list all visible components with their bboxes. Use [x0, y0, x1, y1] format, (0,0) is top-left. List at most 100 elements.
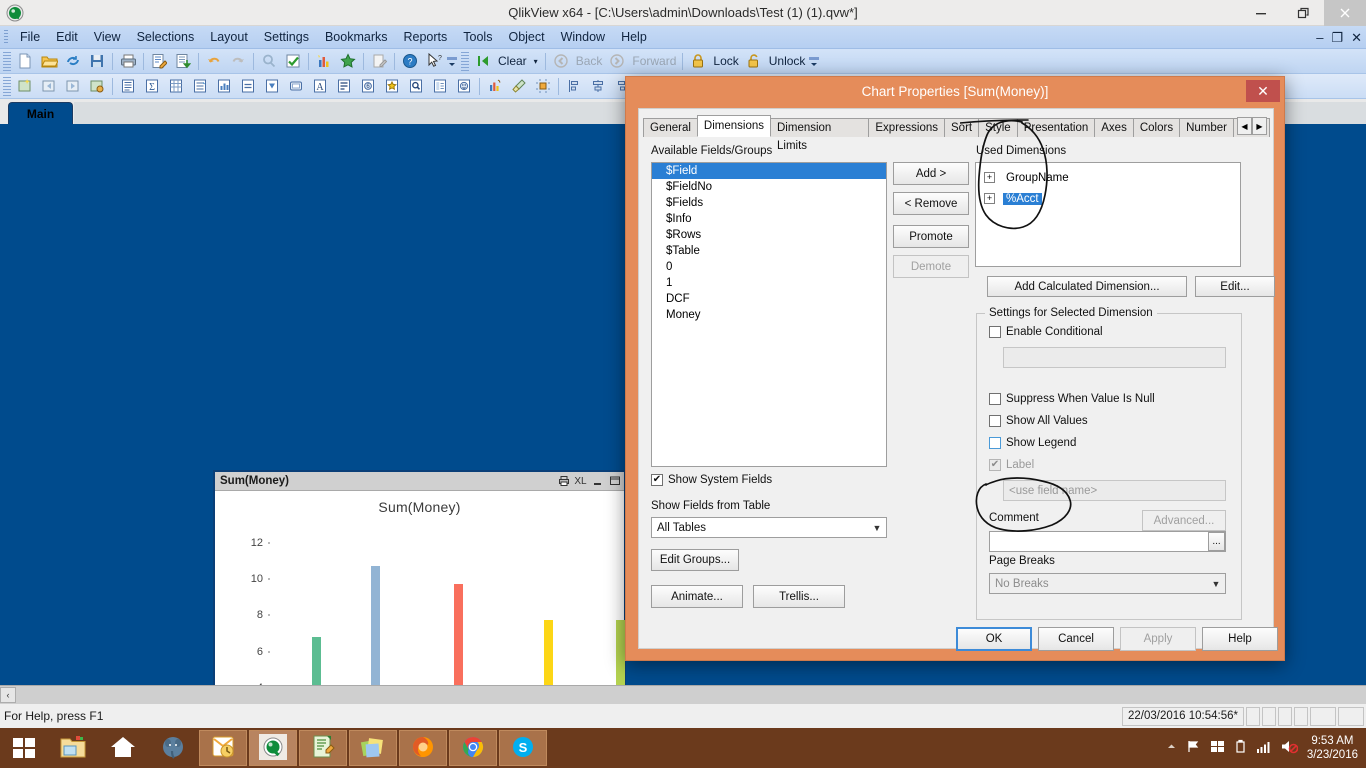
taskbar-clock[interactable]: 9:53 AM 3/23/2016	[1307, 734, 1358, 762]
action-center-flag-icon[interactable]	[1186, 739, 1201, 757]
mdi-close-button[interactable]: ✕	[1351, 28, 1362, 47]
clear-selections-icon[interactable]	[472, 51, 494, 72]
animate-button[interactable]: Animate...	[651, 585, 743, 608]
ok-button[interactable]: OK	[956, 627, 1032, 651]
line-arrow-icon[interactable]	[333, 76, 355, 97]
slider-calendar-icon[interactable]: 6	[357, 76, 379, 97]
taskbar-item-postgresql-elephant[interactable]	[149, 730, 197, 766]
edit-groups-button[interactable]: Edit Groups...	[651, 549, 739, 571]
label-checkbox[interactable]: ✔ Label	[989, 459, 1034, 471]
advanced-button[interactable]: Advanced...	[1142, 510, 1226, 531]
taskbar-item-firefox[interactable]	[399, 730, 447, 766]
custom-object-icon[interactable]	[453, 76, 475, 97]
menu-item-selections[interactable]: Selections	[129, 26, 203, 49]
available-fields-list[interactable]: $Field $FieldNo $Fields $Info $Rows $Table 0 1 D…	[651, 162, 887, 467]
label-field[interactable]: <use field name>	[1003, 480, 1226, 501]
comment-field[interactable]	[989, 531, 1226, 552]
list-box-icon[interactable]	[117, 76, 139, 97]
lock-button-label[interactable]: Lock	[710, 54, 741, 68]
menu-item-layout[interactable]: Layout	[202, 26, 256, 49]
tab-axes[interactable]: Axes	[1094, 118, 1134, 137]
mdi-minimize-button[interactable]: –	[1316, 28, 1323, 47]
network-icon[interactable]	[1210, 739, 1225, 757]
available-field-item[interactable]: $Rows	[652, 227, 886, 243]
back-button-label[interactable]: Back	[573, 54, 606, 68]
workspace-horizontal-scrollbar[interactable]: ‹	[0, 685, 1366, 704]
reload-icon[interactable]	[62, 51, 84, 72]
conditional-expression-field[interactable]	[1003, 347, 1226, 368]
menu-item-view[interactable]: View	[86, 26, 129, 49]
button-icon[interactable]	[285, 76, 307, 97]
toolbar-drag-grip[interactable]	[461, 51, 469, 71]
new-document-icon[interactable]	[14, 51, 36, 72]
show-system-fields-checkbox[interactable]: ✔ Show System Fields	[651, 474, 772, 486]
windows-start-icon[interactable]	[0, 728, 48, 768]
tab-dimensions[interactable]: Dimensions	[696, 115, 771, 137]
taskbar-item-home[interactable]	[99, 730, 147, 766]
window-minimize-button[interactable]	[1240, 0, 1282, 26]
unlock-button-label[interactable]: Unlock	[766, 54, 809, 68]
lock-open-icon[interactable]	[743, 51, 765, 72]
chevron-up-icon[interactable]	[1166, 741, 1177, 755]
tab-sort[interactable]: Sort	[944, 118, 980, 137]
tab-dimension-limits[interactable]: Dimension Limits	[770, 118, 870, 152]
dialog-close-button[interactable]: ✕	[1246, 80, 1280, 102]
available-field-item[interactable]: Money	[652, 307, 886, 323]
available-field-item[interactable]: DCF	[652, 291, 886, 307]
used-dimension-item[interactable]: + %Acct	[976, 188, 1240, 209]
sheet-back-icon[interactable]	[38, 76, 60, 97]
back-arrow-icon[interactable]	[550, 51, 572, 72]
menu-item-settings[interactable]: Settings	[256, 26, 317, 49]
menu-item-object[interactable]: Object	[500, 26, 552, 49]
toolbar-drag-grip[interactable]	[3, 76, 11, 96]
export-xl-icon[interactable]: XL	[574, 475, 587, 488]
lock-closed-icon[interactable]	[687, 51, 709, 72]
menu-item-help[interactable]: Help	[613, 26, 655, 49]
tab-scroll-prev-button[interactable]: ◀	[1237, 117, 1252, 135]
forward-arrow-icon[interactable]	[606, 51, 628, 72]
context-help-arrow-icon[interactable]: ?	[423, 51, 445, 72]
align-center-icon[interactable]	[587, 76, 609, 97]
taskbar-item-qlikview[interactable]	[249, 730, 297, 766]
taskbar-item-skype[interactable]: S	[499, 730, 547, 766]
toolbar-overflow-button[interactable]	[808, 51, 820, 71]
remove-button[interactable]: < Remove	[893, 192, 969, 215]
minimize-object-icon[interactable]	[591, 475, 604, 488]
cancel-button[interactable]: Cancel	[1038, 627, 1114, 651]
taskbar-item-chrome[interactable]	[449, 730, 497, 766]
input-box-icon[interactable]	[237, 76, 259, 97]
tab-scroll-next-button[interactable]: ▶	[1252, 117, 1267, 135]
menu-item-window[interactable]: Window	[553, 26, 613, 49]
add-calculated-dimension-button[interactable]: Add Calculated Dimension...	[987, 276, 1187, 297]
window-close-button[interactable]	[1324, 0, 1366, 26]
taskbar-item-sticky-notes[interactable]	[349, 730, 397, 766]
search-icon[interactable]	[258, 51, 280, 72]
design-grid-icon[interactable]	[484, 76, 506, 97]
used-dimension-item[interactable]: + GroupName	[976, 167, 1240, 188]
taskbar-item-notepad-plus-plus[interactable]	[299, 730, 347, 766]
chart-icon[interactable]	[213, 76, 235, 97]
menu-item-tools[interactable]: Tools	[455, 26, 500, 49]
favorite-star-icon[interactable]	[337, 51, 359, 72]
add-button[interactable]: Add >	[893, 162, 969, 185]
taskbar-item-file-explorer[interactable]	[49, 730, 97, 766]
search-object-icon[interactable]	[405, 76, 427, 97]
select-possible-icon[interactable]	[282, 51, 304, 72]
available-field-item[interactable]: 1	[652, 275, 886, 291]
current-selections-icon[interactable]	[261, 76, 283, 97]
promote-button[interactable]: Promote	[893, 225, 969, 248]
apply-button[interactable]: Apply	[1120, 627, 1196, 651]
redo-icon[interactable]	[227, 51, 249, 72]
comment-browse-button[interactable]: ...	[1208, 532, 1225, 551]
save-icon[interactable]	[86, 51, 108, 72]
mdi-restore-button[interactable]: ❐	[1331, 28, 1343, 47]
used-dimensions-list[interactable]: + GroupName + %Acct	[975, 162, 1241, 267]
available-field-item[interactable]: $Table	[652, 243, 886, 259]
clean-layout-icon[interactable]	[508, 76, 530, 97]
demote-button[interactable]: Demote	[893, 255, 969, 278]
forward-button-label[interactable]: Forward	[629, 54, 679, 68]
print-object-icon[interactable]	[557, 475, 570, 488]
tab-expressions[interactable]: Expressions	[868, 118, 946, 137]
menu-item-edit[interactable]: Edit	[48, 26, 86, 49]
align-left-icon[interactable]	[563, 76, 585, 97]
